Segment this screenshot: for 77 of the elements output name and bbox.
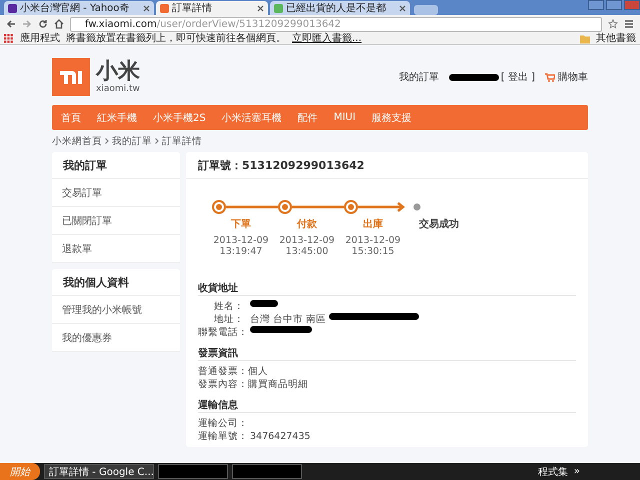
menu-icon[interactable] [624, 19, 634, 29]
cart-icon [545, 72, 555, 82]
field-label: 發票內容： [198, 378, 248, 391]
sidebar-title: 我的個人資料 [52, 269, 180, 296]
field-label: 聯繫電話： [198, 326, 244, 339]
logo-text: 小米 [96, 60, 140, 84]
taskbar-button[interactable] [158, 464, 228, 479]
site-icon [160, 4, 169, 12]
step-label: 付款 [297, 219, 317, 230]
breadcrumb-link[interactable]: 小米網首頁 [52, 134, 102, 148]
field-label: 運輸公司： [198, 417, 244, 430]
star-icon[interactable] [608, 19, 618, 29]
breadcrumb-link[interactable]: 訂單詳情 [162, 134, 202, 148]
tray-label[interactable]: 程式集 [538, 464, 568, 478]
order-number: 訂單號：5131209299013642 [186, 152, 588, 179]
minimize-button[interactable] [588, 0, 604, 10]
logout-link[interactable]: [ 登出 ] [500, 70, 535, 84]
step-time: 13:45:00 [286, 246, 328, 257]
sidebar-item[interactable]: 交易訂單 [52, 179, 180, 207]
back-icon[interactable] [6, 19, 16, 29]
field-label: 地址： [213, 313, 244, 326]
close-icon[interactable] [143, 4, 150, 12]
step-time: 15:30:15 [352, 246, 394, 257]
close-icon[interactable] [257, 4, 264, 12]
apps-grid-icon[interactable] [4, 34, 14, 44]
reload-icon[interactable] [38, 19, 48, 29]
chevron-icon [105, 138, 109, 144]
field-label: 運輸單號： [198, 430, 244, 443]
sidebar-item[interactable]: 我的優惠券 [52, 324, 180, 352]
forward-icon[interactable] [22, 19, 32, 29]
field-value: 購買商品明細 [248, 378, 308, 391]
step-date: 2013-12-09 [213, 235, 269, 246]
field-label: 姓名： [213, 300, 244, 313]
step-time: 13:19:47 [220, 246, 262, 257]
progress-arrow [358, 202, 405, 212]
field-value: 個人 [248, 365, 268, 378]
section-title: 發票資訊 [198, 347, 576, 361]
step-date: 2013-12-09 [279, 235, 335, 246]
browser-tab[interactable]: 已經出貨的人是不是都 [270, 1, 410, 15]
bookmark-folder[interactable]: 其他書籤 [596, 32, 636, 44]
close-icon[interactable] [399, 4, 406, 12]
chevron-icon [155, 138, 159, 144]
browser-tab[interactable]: 訂單詳情 [156, 1, 268, 15]
step-label: 交易成功 [419, 219, 459, 230]
taskbar-button[interactable] [232, 464, 302, 479]
new-tab-button[interactable] [414, 5, 438, 15]
progress-line [292, 206, 344, 208]
cart-link[interactable]: 購物車 [558, 70, 588, 84]
sidebar-title: 我的訂單 [52, 152, 180, 179]
maximize-button[interactable] [606, 0, 622, 10]
logo-icon[interactable] [52, 58, 90, 96]
home-icon[interactable] [54, 19, 64, 29]
site-icon [8, 4, 17, 12]
bookmarks-hint: 將書籤放置在書籤列上，即可快速前往各個網頁。 [66, 32, 286, 44]
step-label: 下單 [231, 219, 251, 230]
section-title: 運輸信息 [198, 399, 576, 413]
field-value: 台灣 台中市 南區 [250, 313, 326, 326]
logo-domain: xiaomi.tw [96, 84, 140, 94]
import-bookmarks-link[interactable]: 立即匯入書籤... [292, 32, 362, 44]
address-field[interactable]: fw.xiaomi.com/user/orderView/5131209299013642 [70, 16, 602, 32]
tray-expand[interactable]: » [574, 466, 580, 477]
step-label: 出庫 [363, 219, 383, 230]
progress-line [226, 206, 278, 208]
bookmark-link[interactable]: 應用程式 [20, 32, 60, 44]
my-orders-link[interactable]: 我的訂單 [398, 70, 439, 84]
step-date: 2013-12-09 [345, 235, 401, 246]
sidebar-item[interactable]: 管理我的小米帳號 [52, 296, 180, 324]
browser-tab[interactable]: 小米台灣官網 - Yahoo奇 [4, 1, 154, 15]
taskbar-button[interactable]: 訂單詳情 - Google C... [44, 464, 154, 479]
redaction-mark [448, 74, 499, 80]
field-label: 普通發票： [198, 365, 248, 378]
breadcrumb-link[interactable]: 我的訂單 [112, 134, 152, 148]
field-value: 3476427435 [250, 430, 310, 443]
sidebar-item[interactable]: 退款單 [52, 235, 180, 263]
sidebar-item[interactable]: 已關閉訂單 [52, 207, 180, 235]
section-title: 收貨地址 [198, 282, 576, 296]
site-icon [274, 4, 283, 12]
